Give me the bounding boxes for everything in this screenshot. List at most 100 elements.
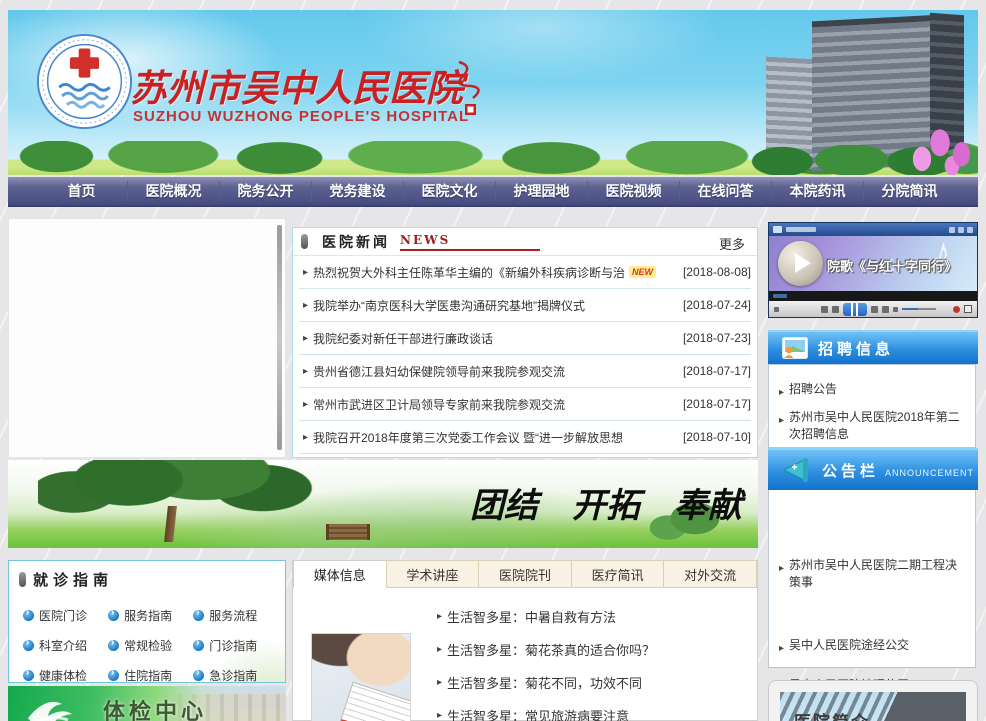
tab-media-info[interactable]: 媒体信息 bbox=[293, 560, 387, 588]
news-row[interactable]: ▸ 我院纪委对新任干部进行廉政谈话 [2018-07-23] bbox=[299, 322, 751, 355]
arrow-bullet-icon bbox=[108, 640, 119, 651]
arrow-bullet-icon bbox=[108, 610, 119, 621]
bench-decoration bbox=[326, 524, 370, 540]
arrow-bullet-icon: ▸ bbox=[437, 644, 442, 655]
news-row[interactable]: ▸ 常州市武进区卫计局领导专家前来我院参观交流 [2018-07-17] bbox=[299, 388, 751, 421]
nav-item-nursing[interactable]: 护理园地 bbox=[496, 181, 587, 201]
recruitment-link[interactable]: ▸ 苏州市吴中人民医院2018年第二次招聘信息 bbox=[769, 405, 975, 447]
flowers-decoration bbox=[856, 129, 976, 175]
nav-item-home[interactable]: 首页 bbox=[36, 181, 127, 201]
section-marker-icon bbox=[301, 234, 308, 249]
pause-button[interactable] bbox=[843, 303, 867, 316]
media-article-photo bbox=[311, 633, 411, 721]
media-article-link[interactable]: ▸生活智多星：菊花茶真的适合你吗？ bbox=[433, 633, 757, 666]
window-buttons bbox=[949, 227, 973, 233]
hospital-intro-card[interactable]: 医院简介 bbox=[768, 680, 978, 721]
nav-item-qa[interactable]: 在线问答 bbox=[680, 181, 771, 201]
close-icon[interactable] bbox=[967, 227, 973, 233]
news-date: [2018-07-24] bbox=[683, 298, 751, 312]
tab-exchange[interactable]: 对外交流 bbox=[664, 560, 757, 588]
fullscreen-icon[interactable] bbox=[964, 305, 972, 313]
nav-item-branch[interactable]: 分院简讯 bbox=[864, 181, 955, 201]
tab-medical-briefs[interactable]: 医疗简讯 bbox=[572, 560, 665, 588]
hospital-building-photo bbox=[758, 10, 978, 175]
next-icon[interactable] bbox=[871, 306, 878, 313]
announcement-subtitle: ANNOUNCEMENT bbox=[885, 468, 974, 478]
menu-icon[interactable] bbox=[774, 307, 779, 312]
arrow-bullet-icon: ▸ bbox=[437, 611, 442, 622]
arrow-bullet-icon: ▸ bbox=[779, 384, 784, 401]
news-date: [2018-07-10] bbox=[683, 430, 751, 444]
news-row[interactable]: ▸ 热烈祝贺大外科主任陈革华主编的《新编外科疾病诊断与治 NEW [2018-0… bbox=[299, 256, 751, 289]
news-row[interactable]: ▸ 我院举办“南京医科大学医患沟通研究基地”揭牌仪式 [2018-07-24] bbox=[299, 289, 751, 322]
record-icon[interactable] bbox=[953, 306, 960, 313]
recruitment-panel: ▸ 招聘公告 ▸ 苏州市吴中人民医院2018年第二次招聘信息 bbox=[768, 364, 976, 448]
guide-item-service-guide[interactable]: 服务指南 bbox=[108, 600, 193, 630]
play-button[interactable] bbox=[778, 241, 823, 286]
player-screen: ♪ ♫ 院歌《与红十字同行》 bbox=[769, 236, 977, 291]
news-more-link[interactable]: 更多 bbox=[719, 234, 745, 253]
media-article-link[interactable]: ▸生活智多星：常见旅游病要注意 bbox=[433, 699, 757, 721]
new-badge: NEW bbox=[629, 266, 656, 278]
minimize-icon[interactable] bbox=[949, 227, 955, 233]
news-row[interactable]: ▸ 贵州省德江县妇幼保健院领导前来我院参观交流 [2018-07-17] bbox=[299, 355, 751, 388]
guide-item-outpatient[interactable]: 医院门诊 bbox=[23, 600, 108, 630]
arrow-bullet-icon bbox=[23, 670, 34, 681]
tab-lectures[interactable]: 学术讲座 bbox=[387, 560, 480, 588]
hospital-logo bbox=[36, 33, 133, 130]
news-row[interactable]: ▸ 我院召开2018年度第三次党委工作会议 暨“进一步解放思想 [2018-07… bbox=[299, 421, 751, 454]
nav-item-video[interactable]: 医院视频 bbox=[588, 181, 679, 201]
arrow-bullet-icon: ▸ bbox=[303, 432, 308, 443]
nav-item-pharmacy[interactable]: 本院药讯 bbox=[772, 181, 863, 201]
nav-item-affairs[interactable]: 院务公开 bbox=[220, 181, 311, 201]
guide-item-routine-tests[interactable]: 常规检验 bbox=[108, 630, 193, 660]
visit-guide-panel: 就诊指南 医院门诊 服务指南 服务流程 科室介绍 常规检验 门诊指南 健康体检 … bbox=[8, 560, 286, 683]
recruitment-header: 招聘信息 bbox=[768, 330, 978, 364]
hospital-title-cn: 苏州市吴中人民医院 bbox=[130, 58, 460, 112]
media-article-link[interactable]: ▸生活智多星：中暑自救有方法 bbox=[433, 600, 757, 633]
arrow-bullet-icon bbox=[193, 670, 204, 681]
player-titlebar bbox=[769, 223, 977, 236]
news-date: [2018-07-17] bbox=[683, 397, 751, 411]
newspaper-decoration bbox=[331, 682, 411, 721]
hospital-intro-label: 医院简介 bbox=[794, 708, 870, 721]
prev-icon[interactable] bbox=[832, 306, 839, 313]
maximize-icon[interactable] bbox=[958, 227, 964, 233]
guide-item-service-flow[interactable]: 服务流程 bbox=[193, 600, 278, 630]
media-article-link[interactable]: ▸生活智多星：菊花不同，功效不同 bbox=[433, 666, 757, 699]
hospital-intro-image: 医院简介 bbox=[780, 692, 966, 721]
tree-decoration bbox=[38, 460, 338, 528]
nav-item-party[interactable]: 党务建设 bbox=[312, 181, 403, 201]
arrow-bullet-icon: ▸ bbox=[303, 333, 308, 344]
hospital-news-panel: 医院新闻 NEWS 更多 ▸ 热烈祝贺大外科主任陈革华主编的《新编外科疾病诊断与… bbox=[292, 227, 758, 458]
nav-item-overview[interactable]: 医院概况 bbox=[128, 181, 219, 201]
arrow-bullet-icon bbox=[23, 640, 34, 651]
media-tabs: 媒体信息 学术讲座 医院院刊 医疗简讯 对外交流 bbox=[293, 560, 757, 588]
news-title-en: NEWS bbox=[400, 233, 540, 251]
tab-journal[interactable]: 医院院刊 bbox=[479, 560, 572, 588]
signature-decoration bbox=[451, 58, 485, 118]
volume-slider[interactable] bbox=[902, 308, 936, 310]
nav-item-culture[interactable]: 医院文化 bbox=[404, 181, 495, 201]
volume-icon[interactable] bbox=[893, 307, 898, 312]
checkup-center-banner[interactable]: 体检中心 bbox=[8, 686, 286, 721]
photo-slider-placeholder[interactable] bbox=[8, 218, 286, 458]
arrow-bullet-icon: ▸ bbox=[303, 366, 308, 377]
site-header: 苏州市吴中人民医院 SUZHOU WUZHONG PEOPLE'S HOSPIT… bbox=[8, 10, 978, 175]
stop-icon[interactable] bbox=[821, 306, 828, 313]
arrow-bullet-icon: ▸ bbox=[303, 399, 308, 410]
main-nav: 首页 医院概况 院务公开 党务建设 医院文化 护理园地 医院视频 在线问答 本院… bbox=[8, 177, 978, 207]
player-controls bbox=[769, 301, 977, 317]
recruitment-link[interactable]: ▸ 招聘公告 bbox=[769, 377, 975, 405]
announcement-link[interactable]: ▸ 吴中人民医院途经公交 bbox=[769, 633, 975, 661]
announcement-link[interactable]: ▸ 苏州市吴中人民医院二期工程决策事 bbox=[769, 553, 975, 595]
arrow-bullet-icon bbox=[193, 610, 204, 621]
news-date: [2018-07-17] bbox=[683, 364, 751, 378]
announcement-title: 公告栏 bbox=[822, 460, 879, 481]
guide-item-outpatient-guide[interactable]: 门诊指南 bbox=[193, 630, 278, 660]
open-file-icon[interactable] bbox=[882, 306, 889, 313]
guide-item-departments[interactable]: 科室介绍 bbox=[23, 630, 108, 660]
news-date: [2018-07-23] bbox=[683, 331, 751, 345]
recruitment-title: 招聘信息 bbox=[818, 338, 894, 359]
hospital-slogan: 团结 开拓 奉献 bbox=[470, 478, 742, 527]
